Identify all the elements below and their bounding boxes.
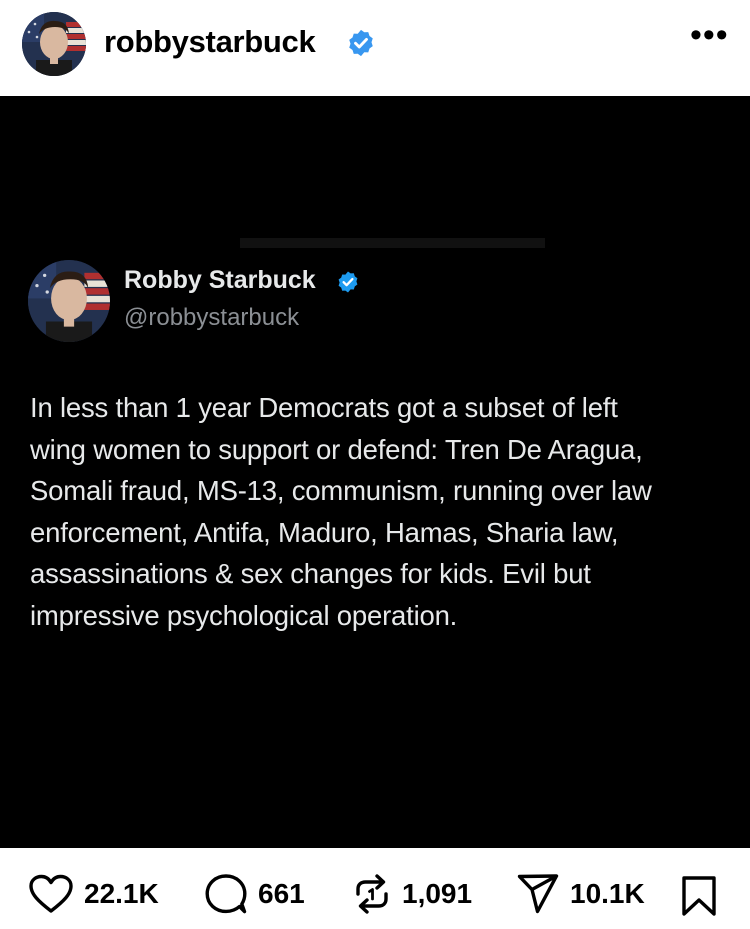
more-options-icon[interactable]: ••• bbox=[690, 18, 728, 52]
tweet-author-avatar bbox=[28, 260, 110, 342]
comment-button[interactable]: 661 bbox=[204, 874, 305, 914]
bookmark-icon bbox=[682, 876, 716, 916]
tweet-text-line: enforcement, Antifa, Maduro, Hamas, Shar… bbox=[30, 516, 619, 548]
verified-badge-icon bbox=[349, 29, 373, 57]
tweet-text-line: Somali fraud, MS-13, communism, running … bbox=[30, 475, 652, 506]
tweet-text-line: assassinations & sex changes for kids. E… bbox=[30, 558, 591, 589]
share-count: 10.1K bbox=[570, 878, 645, 909]
like-button[interactable]: 22.1K bbox=[28, 874, 159, 914]
avatar-image bbox=[22, 12, 86, 76]
action-bar: 22.1K 661 1,091 10.1K bbox=[0, 848, 750, 929]
profile-avatar[interactable] bbox=[22, 12, 86, 76]
repost-button[interactable]: 1,091 bbox=[352, 874, 472, 914]
like-count: 22.1K bbox=[84, 878, 159, 909]
comment-count: 661 bbox=[258, 878, 305, 909]
divider bbox=[240, 238, 545, 248]
share-button[interactable]: 10.1K bbox=[516, 874, 645, 914]
tweet-text-line: impressive psychological operation. bbox=[30, 599, 458, 631]
post-header: robbystarbuck ••• bbox=[0, 0, 750, 96]
repost-icon bbox=[356, 874, 388, 914]
tweet-author-name: Robby Starbuck bbox=[124, 266, 316, 294]
comment-icon bbox=[205, 874, 247, 914]
tweet-author-handle: @robbystarbuck bbox=[124, 304, 300, 331]
tweet-text-line: In less than 1 year Democrats got a subs… bbox=[30, 392, 618, 423]
tweet-text: In less than 1 year Democrats got a subs… bbox=[30, 387, 745, 636]
repost-count: 1,091 bbox=[402, 878, 473, 909]
username[interactable]: robbystarbuck bbox=[104, 24, 316, 60]
tweet-text-line: wing women to support or defend: Tren De… bbox=[30, 433, 643, 465]
save-button[interactable] bbox=[680, 876, 718, 916]
heart-icon bbox=[29, 874, 73, 913]
tweet-avatar-image bbox=[28, 260, 110, 342]
verified-badge-icon bbox=[338, 271, 358, 293]
share-icon bbox=[517, 874, 559, 914]
post-image: Robby Starbuck @robbystarbuck In less th… bbox=[0, 96, 750, 848]
